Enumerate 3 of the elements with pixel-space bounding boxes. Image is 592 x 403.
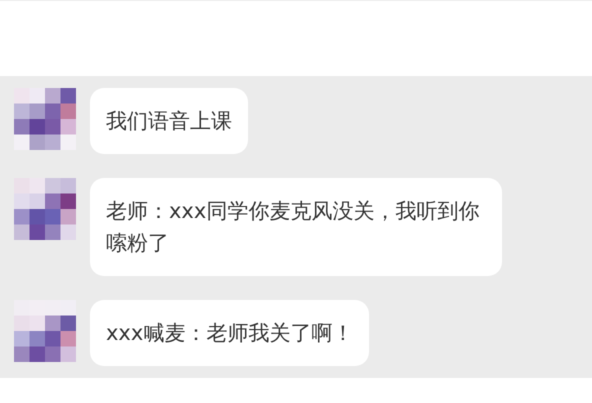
message-bubble: xxx喊麦：老师我关了啊！: [90, 300, 370, 366]
message-bubble: 老师：xxx同学你麦克风没关，我听到你嗦粉了: [90, 178, 502, 276]
message-bubble: 我们语音上课: [90, 88, 248, 154]
